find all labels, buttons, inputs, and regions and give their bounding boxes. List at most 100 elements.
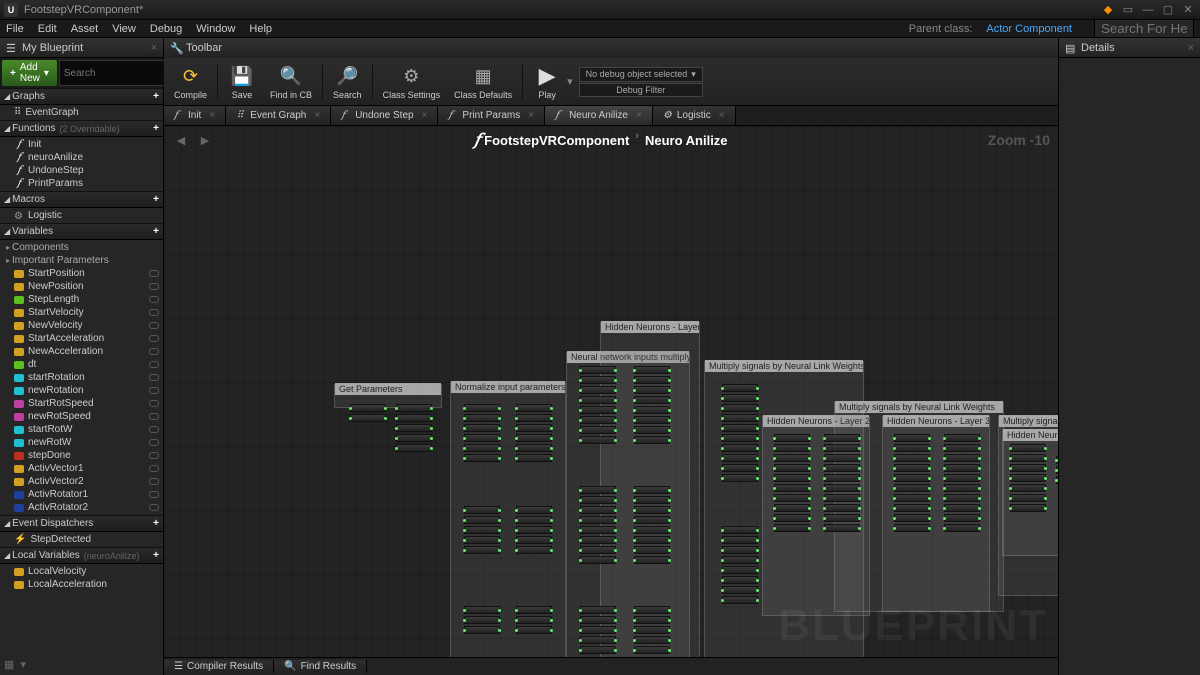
graph-node[interactable] [396, 434, 432, 442]
graph-node[interactable] [350, 404, 386, 412]
menu-asset[interactable]: Asset [71, 23, 99, 35]
graph-node[interactable] [722, 464, 758, 472]
tree-item-variable[interactable]: newRotSpeed [0, 410, 163, 423]
graph-node[interactable] [634, 606, 670, 614]
graph-node[interactable] [944, 444, 980, 452]
breadcrumb-leaf[interactable]: Neuro Anilize [645, 130, 728, 150]
section-dispatchers[interactable]: ◢Event Dispatchers+ [0, 515, 163, 532]
tree-item-variable[interactable]: StepLength [0, 293, 163, 306]
node-cluster[interactable] [1056, 456, 1058, 484]
menu-view[interactable]: View [112, 23, 136, 35]
close-icon[interactable]: × [719, 110, 725, 121]
graph-node[interactable] [516, 606, 552, 614]
compile-button[interactable]: ⟳Compile [168, 61, 213, 102]
graph-node[interactable] [1010, 494, 1046, 502]
nav-back-icon[interactable]: ◀ [172, 132, 190, 148]
graph-node[interactable] [1056, 456, 1058, 464]
graph-node[interactable] [944, 454, 980, 462]
graph-node[interactable] [516, 526, 552, 534]
tree-item-variable[interactable]: startRotW [0, 423, 163, 436]
tree-item-variable[interactable]: stepDone [0, 449, 163, 462]
menu-window[interactable]: Window [196, 23, 235, 35]
visibility-toggle[interactable] [149, 374, 159, 381]
panel-tab-toolbar[interactable]: 🔧 Toolbar [164, 38, 1058, 58]
tab-compiler-results[interactable]: ☰Compiler Results [164, 660, 274, 673]
graph-node[interactable] [894, 524, 930, 532]
visibility-toggle[interactable] [149, 439, 159, 446]
graph-node[interactable] [580, 496, 616, 504]
graph-node[interactable] [894, 474, 930, 482]
close-icon[interactable]: ✕ [1180, 3, 1196, 17]
node-cluster[interactable] [824, 434, 860, 532]
graph-node[interactable] [634, 426, 670, 434]
graph-node[interactable] [516, 454, 552, 462]
graph-node[interactable] [824, 494, 860, 502]
graph-node[interactable] [722, 404, 758, 412]
graph-node[interactable] [944, 464, 980, 472]
debug-object-selector[interactable]: No debug object selected▾ [579, 67, 703, 82]
tree-item-variable[interactable]: ActivRotator1 [0, 488, 163, 501]
graph-node[interactable] [774, 444, 810, 452]
class-defaults-button[interactable]: ▦Class Defaults [448, 61, 518, 102]
graph-node[interactable] [1010, 504, 1046, 512]
graph-node[interactable] [824, 514, 860, 522]
tree-item-variable[interactable]: NewAcceleration [0, 345, 163, 358]
graph-node[interactable] [824, 504, 860, 512]
graph-node[interactable] [464, 616, 500, 624]
graph-node[interactable] [580, 486, 616, 494]
graph-node[interactable] [722, 434, 758, 442]
node-cluster[interactable] [774, 434, 810, 532]
tree-item-variable[interactable]: ActivRotator2 [0, 501, 163, 514]
search-help-input[interactable] [1094, 19, 1194, 38]
graph-node[interactable] [580, 366, 616, 374]
tree-item-eventgraph[interactable]: ⠿EventGraph [0, 106, 163, 119]
graph-node[interactable] [516, 414, 552, 422]
graph-node[interactable] [580, 646, 616, 654]
graph-node[interactable] [396, 414, 432, 422]
graph-node[interactable] [722, 586, 758, 594]
graph-node[interactable] [774, 464, 810, 472]
graph-node[interactable] [516, 626, 552, 634]
tree-item-function[interactable]: 𝑓PrintParams [0, 177, 163, 190]
graph-node[interactable] [894, 434, 930, 442]
section-graphs[interactable]: ◢Graphs+ [0, 88, 163, 105]
graph-node[interactable] [944, 514, 980, 522]
tree-item-local-variable[interactable]: LocalAcceleration [0, 578, 163, 591]
graph-node[interactable] [396, 424, 432, 432]
graph-node[interactable] [722, 526, 758, 534]
visibility-toggle[interactable] [149, 361, 159, 368]
node-cluster[interactable] [634, 486, 670, 564]
graph-node[interactable] [722, 556, 758, 564]
play-button[interactable]: ▶Play [527, 61, 567, 102]
graph-node[interactable] [516, 506, 552, 514]
graph-node[interactable] [634, 376, 670, 384]
graph-node[interactable] [516, 616, 552, 624]
tree-item-variable[interactable]: StartVelocity [0, 306, 163, 319]
node-cluster[interactable] [464, 606, 500, 634]
tree-item-function[interactable]: 𝑓UndoneStep [0, 164, 163, 177]
graph-node[interactable] [634, 616, 670, 624]
graph-node[interactable] [634, 386, 670, 394]
node-cluster[interactable] [944, 434, 980, 532]
graph-node[interactable] [464, 506, 500, 514]
graph-node[interactable] [1056, 466, 1058, 474]
graph-node[interactable] [824, 474, 860, 482]
node-cluster[interactable] [516, 506, 552, 554]
graph-node[interactable] [634, 636, 670, 644]
graph-node[interactable] [774, 524, 810, 532]
graph-node[interactable] [634, 496, 670, 504]
graph-node[interactable] [464, 414, 500, 422]
graph-node[interactable] [580, 376, 616, 384]
visibility-toggle[interactable] [149, 348, 159, 355]
graph-node[interactable] [634, 506, 670, 514]
close-icon[interactable]: × [636, 110, 642, 121]
graph-node[interactable] [634, 546, 670, 554]
visibility-toggle[interactable] [149, 400, 159, 407]
graph-node[interactable] [824, 434, 860, 442]
graph-node[interactable] [516, 444, 552, 452]
graph-node[interactable] [580, 606, 616, 614]
visibility-toggle[interactable] [149, 491, 159, 498]
breadcrumb-root[interactable]: 𝑓FootstepVRComponent [474, 130, 629, 150]
section-variables[interactable]: ◢Variables+ [0, 223, 163, 240]
tree-item-variable[interactable]: ActivVector1 [0, 462, 163, 475]
